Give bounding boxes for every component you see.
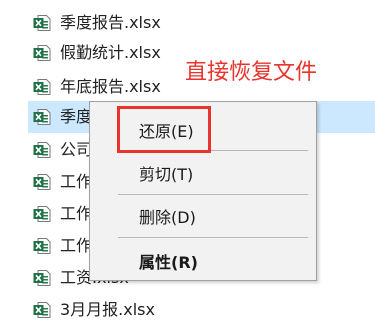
excel-file-icon xyxy=(33,15,51,31)
file-name: 公司 xyxy=(60,140,93,159)
annotation-label: 直接恢复文件 xyxy=(185,60,318,85)
file-name: 季度 xyxy=(60,107,93,126)
excel-file-icon xyxy=(33,302,51,318)
file-name: 3月月报.xlsx xyxy=(60,300,155,319)
file-name: 工作 xyxy=(60,172,93,191)
excel-file-icon xyxy=(33,238,51,254)
file-name: 工作 xyxy=(60,204,93,223)
file-name: 年底报告.xlsx xyxy=(60,77,161,96)
highlight-box xyxy=(117,106,211,153)
menu-item-properties[interactable]: 属性(R) xyxy=(90,246,316,276)
menu-item-label: 删除(D) xyxy=(139,208,196,227)
menu-item-label: 剪切(T) xyxy=(139,165,194,184)
file-row[interactable]: 3月月报.xlsx xyxy=(28,294,375,326)
menu-separator xyxy=(118,194,308,195)
menu-item-label: 属性(R) xyxy=(139,253,198,272)
excel-file-icon xyxy=(33,45,51,61)
excel-file-icon xyxy=(33,174,51,190)
file-row[interactable]: 季度报告.xlsx xyxy=(28,7,375,39)
file-name: 季度报告.xlsx xyxy=(60,13,161,32)
file-name: 假勤统计.xlsx xyxy=(60,43,161,62)
excel-file-icon xyxy=(33,206,51,222)
excel-file-icon xyxy=(33,79,51,95)
menu-item-cut[interactable]: 剪切(T) xyxy=(90,158,316,188)
menu-item-delete[interactable]: 删除(D) xyxy=(90,201,316,231)
menu-separator xyxy=(118,237,308,238)
excel-file-icon xyxy=(33,109,51,125)
excel-file-icon xyxy=(33,270,51,286)
excel-file-icon xyxy=(33,142,51,158)
file-name: 工作 xyxy=(60,236,93,255)
